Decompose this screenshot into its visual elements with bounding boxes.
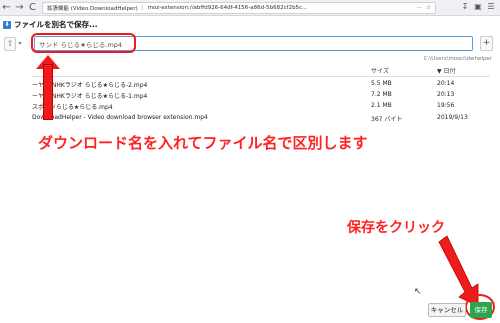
file-table-header: サイズ ▼ 日付 <box>32 64 490 76</box>
file-size: 7.2 MB <box>371 91 392 98</box>
file-date: 20:14 <box>437 80 455 87</box>
new-folder-button[interactable]: + <box>480 36 493 51</box>
downloads-icon[interactable]: ↧ <box>460 1 470 13</box>
up-arrow-shaft <box>43 64 53 120</box>
table-row[interactable]: ーヤー NHKラジオ らじる★らじる-1.mp4 7.2 MB 20:13 <box>32 89 490 100</box>
filename-annotation: ダウンロード名を入れてファイル名で区別します <box>38 134 368 152</box>
save-dialog-icon: ⬇ <box>3 20 11 29</box>
file-date: 2019/9/13 <box>437 114 468 121</box>
filename-highlight-box <box>31 33 136 53</box>
table-row[interactable]: DownloadHelper - Video download browser … <box>32 112 490 123</box>
menu-icon[interactable]: ☰ <box>486 1 496 13</box>
extension-label: 拡張機能 (Video DownloadHelper) <box>47 6 138 12</box>
file-size: 5.5 MB <box>371 80 392 87</box>
table-row[interactable]: ーヤー NHKラジオ らじる★らじる-2.mp4 5.5 MB 20:14 <box>32 78 490 89</box>
page-actions-icon[interactable]: ··· <box>417 5 422 11</box>
cancel-button[interactable]: キャンセル <box>428 303 466 317</box>
bookmark-star-icon[interactable]: ☆ <box>426 5 431 11</box>
directory-path: C:\Users\mosci\dwhelper <box>423 56 492 62</box>
browser-toolbar: ← → C 拡張機能 (Video DownloadHelper) | moz-… <box>0 0 500 16</box>
file-size: 367 バイト <box>371 116 403 123</box>
table-row[interactable]: スポーツらじる★らじる.mp4 2.1 MB 19:56 <box>32 100 490 111</box>
size-column-header[interactable]: サイズ <box>371 66 389 75</box>
reload-icon[interactable]: C <box>26 1 39 15</box>
url-text: moz-extension://abffd926-64df-4156-a86d-… <box>147 5 308 11</box>
file-size: 2.1 MB <box>371 102 392 109</box>
dialog-title-text: ファイルを別名で保存... <box>14 20 98 29</box>
file-name: DownloadHelper - Video download browser … <box>32 114 208 121</box>
save-annotation: 保存をクリック <box>347 220 445 236</box>
url-separator: | <box>141 5 144 11</box>
url-bar[interactable]: 拡張機能 (Video DownloadHelper) | moz-extens… <box>42 2 436 14</box>
header-divider <box>32 76 490 77</box>
toolbar-right-icons: ↧ ▣ ☰ <box>460 1 496 13</box>
dialog-title: ⬇ ファイルを別名で保存... <box>3 19 98 30</box>
file-date: 20:13 <box>437 91 455 98</box>
save-button[interactable]: 保存 <box>470 302 492 318</box>
back-arrow-icon[interactable]: ← <box>0 1 13 15</box>
extension-icon[interactable]: ▣ <box>473 1 483 13</box>
date-column-header[interactable]: ▼ 日付 <box>437 66 456 75</box>
up-folder-icon[interactable]: ⇧ <box>4 37 16 51</box>
forward-arrow-icon[interactable]: → <box>13 1 26 15</box>
file-date: 19:56 <box>437 102 455 109</box>
folder-dropdown-icon[interactable]: ▾ <box>16 37 24 51</box>
mouse-cursor-icon: ↖ <box>414 287 422 297</box>
